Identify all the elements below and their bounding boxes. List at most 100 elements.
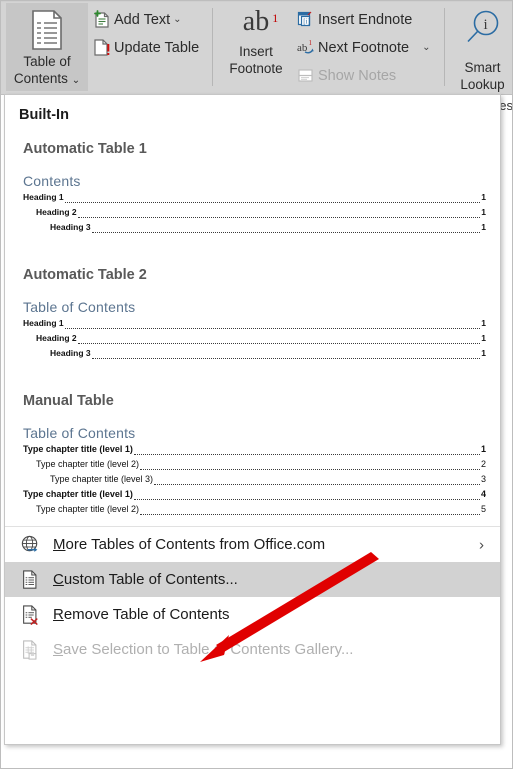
table-of-contents-button[interactable]: Table of Contents ⌄ [6, 3, 88, 91]
toc-preview-row: Type chapter title (level 3) 3 [50, 472, 486, 487]
svg-text:[i]: [i] [303, 18, 310, 26]
gallery-group-heading: Built-In [19, 107, 69, 123]
table-of-contents-button-label: Table of Contents ⌄ [14, 53, 80, 89]
show-notes-icon [296, 66, 315, 85]
next-footnote-icon: ab 1 [296, 38, 315, 57]
toc-row-text: Type chapter title (level 2) [36, 504, 140, 514]
menu-item-save-selection-to-gallery: Save Selection to Table of Contents Gall… [5, 632, 500, 667]
insert-endnote-button[interactable]: [i] Insert Endnote [296, 10, 412, 29]
show-notes-button: Show Notes [296, 66, 396, 85]
references-ribbon: Table of Contents ⌄ Add Text ⌄ Update Ta… [0, 0, 513, 95]
toc-row-page: 1 [481, 222, 486, 232]
word-references-ribbon-screenshot: Table of Contents ⌄ Add Text ⌄ Update Ta… [0, 0, 513, 769]
show-notes-label: Show Notes [318, 67, 397, 84]
toc-preview-row: Heading 2 1 [36, 205, 486, 220]
smart-lookup-line2: Lookup [460, 77, 505, 92]
footnote-superscript: 1 [272, 11, 279, 25]
chevron-down-icon[interactable]: ⌄ [72, 75, 80, 86]
chevron-right-icon[interactable]: › [479, 536, 484, 553]
insert-endnote-label: Insert Endnote [318, 11, 413, 28]
toc-preview-row: Type chapter title (level 1) 4 [23, 487, 486, 502]
insert-footnote-line1: Insert [239, 44, 273, 59]
gallery-body: Built-In Automatic Table 1 Contents Head… [5, 95, 500, 667]
leader-dots [133, 454, 480, 455]
menu-item-label: Remove Table of Contents [53, 606, 230, 623]
menu-item-label: More Tables of Contents from Office.com [53, 536, 326, 553]
insert-footnote-button[interactable]: ab 1 Insert Footnote [222, 3, 290, 91]
toc-preview-row: Type chapter title (level 1) 1 [23, 442, 486, 457]
leader-dots [140, 514, 480, 515]
smart-lookup-button[interactable]: i Smart Lookup [452, 3, 513, 93]
leader-dots [140, 469, 480, 470]
gallery-entry-automatic-table-2[interactable]: Automatic Table 2 Table of Contents Head… [5, 267, 500, 361]
toc-row-page: 2 [480, 459, 486, 469]
menu-item-more-tables-from-office[interactable]: More Tables of Contents from Office.com … [5, 527, 500, 562]
menu-item-remove-table-of-contents[interactable]: Remove Table of Contents [5, 597, 500, 632]
leader-dots [154, 484, 480, 485]
toc-row-text: Type chapter title (level 2) [36, 459, 140, 469]
smart-lookup-label: Smart Lookup [460, 59, 504, 93]
entry-title: Automatic Table 1 [23, 141, 147, 157]
update-table-icon [92, 38, 111, 57]
toc-label-line1: Table of [23, 54, 71, 69]
table-of-contents-gallery-dropdown: Built-In Automatic Table 1 Contents Head… [4, 94, 501, 745]
chevron-down-icon[interactable]: ⌄ [173, 14, 181, 25]
add-text-button[interactable]: Add Text ⌄ [92, 10, 182, 29]
toc-preview-row: Heading 3 1 [50, 220, 486, 235]
toc-row-page: 1 [481, 318, 486, 328]
ribbon-top-edge [0, 0, 513, 2]
chevron-down-icon[interactable]: ⌄ [422, 42, 430, 53]
toc-row-text: Heading 1 [23, 318, 64, 328]
insert-footnote-icon: ab 1 [242, 6, 278, 37]
insert-footnote-label: Insert Footnote [229, 43, 282, 77]
add-text-label: Add Text [114, 11, 171, 28]
ribbon-group-separator-2 [444, 8, 445, 86]
entry-title: Manual Table [23, 393, 114, 409]
toc-row-page: 5 [480, 504, 486, 514]
gallery-entry-manual-table[interactable]: Manual Table Table of Contents Type chap… [5, 393, 500, 517]
remove-toc-document-icon [19, 603, 41, 627]
leader-dots [77, 217, 481, 218]
toc-row-text: Heading 1 [23, 192, 64, 202]
leader-dots [91, 232, 481, 233]
toc-preview-row: Heading 2 1 [36, 331, 486, 346]
preview-heading: Contents [23, 173, 81, 189]
toc-label-line2: Contents [13, 71, 68, 86]
smart-lookup-icon: i [462, 8, 504, 55]
globe-online-icon [19, 533, 41, 557]
table-of-contents-icon [27, 9, 67, 51]
menu-item-label: Save Selection to Table of Contents Gall… [53, 641, 354, 658]
preview-heading: Table of Contents [23, 299, 136, 315]
custom-toc-document-icon [19, 568, 41, 592]
next-footnote-button[interactable]: ab 1 Next Footnote ⌄ [296, 38, 430, 57]
toc-preview-row: Heading 3 1 [50, 346, 486, 361]
toc-row-text: Heading 3 [50, 222, 91, 232]
toc-row-page: 1 [481, 333, 486, 343]
toc-row-text: Type chapter title (level 3) [50, 474, 154, 484]
leader-dots [64, 328, 481, 329]
toc-row-text: Heading 2 [36, 207, 77, 217]
leader-dots [77, 343, 481, 344]
insert-footnote-line2: Footnote [229, 61, 283, 76]
leader-dots [133, 499, 480, 500]
leader-dots [64, 202, 481, 203]
toc-row-page: 1 [480, 444, 486, 454]
save-selection-gallery-icon [19, 638, 41, 662]
footnote-ab-glyph: ab [242, 6, 270, 37]
toc-row-page: 1 [481, 348, 486, 358]
menu-item-custom-table-of-contents[interactable]: Custom Table of Contents... [5, 562, 500, 597]
toc-preview: Contents Heading 1 1 Heading 2 1 Heading… [23, 173, 486, 235]
toc-preview-row: Type chapter title (level 2) 2 [36, 457, 486, 472]
leader-dots [91, 358, 481, 359]
gallery-entry-automatic-table-1[interactable]: Automatic Table 1 Contents Heading 1 1 H… [5, 141, 500, 235]
smart-lookup-line1: Smart [464, 60, 501, 75]
update-table-label: Update Table [114, 39, 200, 56]
toc-row-page: 1 [481, 192, 486, 202]
insert-endnote-icon: [i] [296, 10, 315, 29]
svg-text:i: i [483, 17, 487, 33]
toc-preview: Table of Contents Heading 1 1 Heading 2 … [23, 299, 486, 361]
ribbon-group-separator-1 [212, 8, 213, 86]
update-table-button[interactable]: Update Table [92, 38, 199, 57]
toc-preview-row: Heading 1 1 [23, 190, 486, 205]
next-footnote-label: Next Footnote [318, 39, 410, 56]
